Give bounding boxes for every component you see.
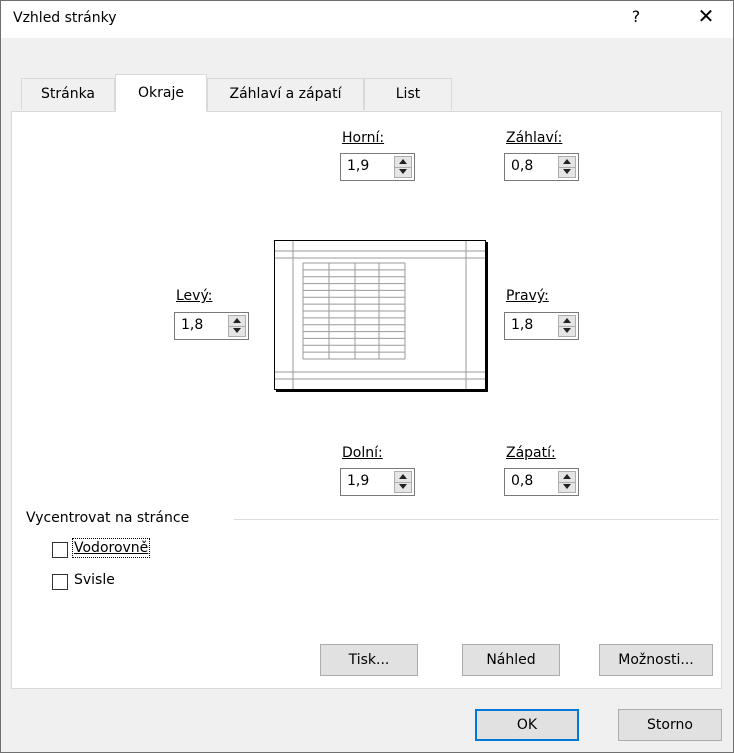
group-divider — [234, 519, 719, 520]
margins-panel: Horní: 1,9 Záhlaví: 0,8 Levý: 1,8 Pravý:… — [11, 111, 722, 689]
right-margin-label: Pravý: — [506, 288, 549, 304]
bottom-margin-value: 1,9 — [347, 473, 370, 489]
tab-page[interactable]: Stránka — [21, 78, 115, 110]
footer-margin-value: 0,8 — [511, 473, 534, 489]
left-margin-spinner[interactable]: 1,8 — [174, 312, 249, 340]
footer-margin-label: Zápatí: — [506, 445, 556, 461]
right-margin-spinner[interactable]: 1,8 — [504, 312, 579, 340]
tab-sheet[interactable]: List — [364, 78, 452, 110]
vertical-checkbox-label[interactable]: Svisle — [74, 572, 115, 588]
page-preview-drawing — [275, 241, 485, 389]
header-margin-value: 0,8 — [511, 158, 534, 174]
spin-down-icon[interactable] — [395, 482, 411, 492]
close-button[interactable]: ✕ — [693, 4, 719, 28]
options-button[interactable]: Možnosti... — [599, 644, 713, 676]
cancel-button[interactable]: Storno — [618, 709, 722, 741]
left-margin-label: Levý: — [176, 288, 213, 304]
bottom-margin-label: Dolní: — [342, 445, 383, 461]
horizontal-checkbox-label[interactable]: Vodorovně — [71, 538, 151, 558]
bottom-margin-spinner[interactable]: 1,9 — [340, 468, 415, 496]
header-margin-label: Záhlaví: — [506, 130, 563, 146]
spin-down-icon[interactable] — [559, 482, 575, 492]
top-margin-label: Horní: — [342, 130, 385, 146]
spin-down-icon[interactable] — [559, 167, 575, 177]
tab-header-footer[interactable]: Záhlaví a zápatí — [207, 78, 364, 110]
page-preview — [274, 240, 486, 390]
dialog-title: Vzhled stránky — [13, 10, 117, 26]
help-button[interactable]: ? — [627, 7, 645, 26]
horizontal-checkbox[interactable] — [52, 542, 68, 558]
header-margin-spinner[interactable]: 0,8 — [504, 153, 579, 181]
spin-down-icon[interactable] — [559, 326, 575, 336]
top-margin-value: 1,9 — [347, 158, 370, 174]
center-on-page-group-label: Vycentrovat na stránce — [26, 510, 190, 526]
left-margin-value: 1,8 — [181, 317, 204, 333]
right-margin-value: 1,8 — [511, 317, 534, 333]
print-button[interactable]: Tisk... — [320, 644, 418, 676]
preview-button[interactable]: Náhled — [462, 644, 560, 676]
footer-margin-spinner[interactable]: 0,8 — [504, 468, 579, 496]
spin-down-icon[interactable] — [229, 326, 245, 336]
spin-down-icon[interactable] — [395, 167, 411, 177]
ok-button[interactable]: OK — [475, 709, 579, 741]
page-setup-dialog: Vzhled stránky ? ✕ Stránka Okraje Záhlav… — [0, 0, 734, 753]
tab-margins[interactable]: Okraje — [115, 74, 207, 112]
title-bar: Vzhled stránky ? ✕ — [1, 1, 733, 38]
top-margin-spinner[interactable]: 1,9 — [340, 153, 415, 181]
vertical-checkbox[interactable] — [52, 574, 68, 590]
